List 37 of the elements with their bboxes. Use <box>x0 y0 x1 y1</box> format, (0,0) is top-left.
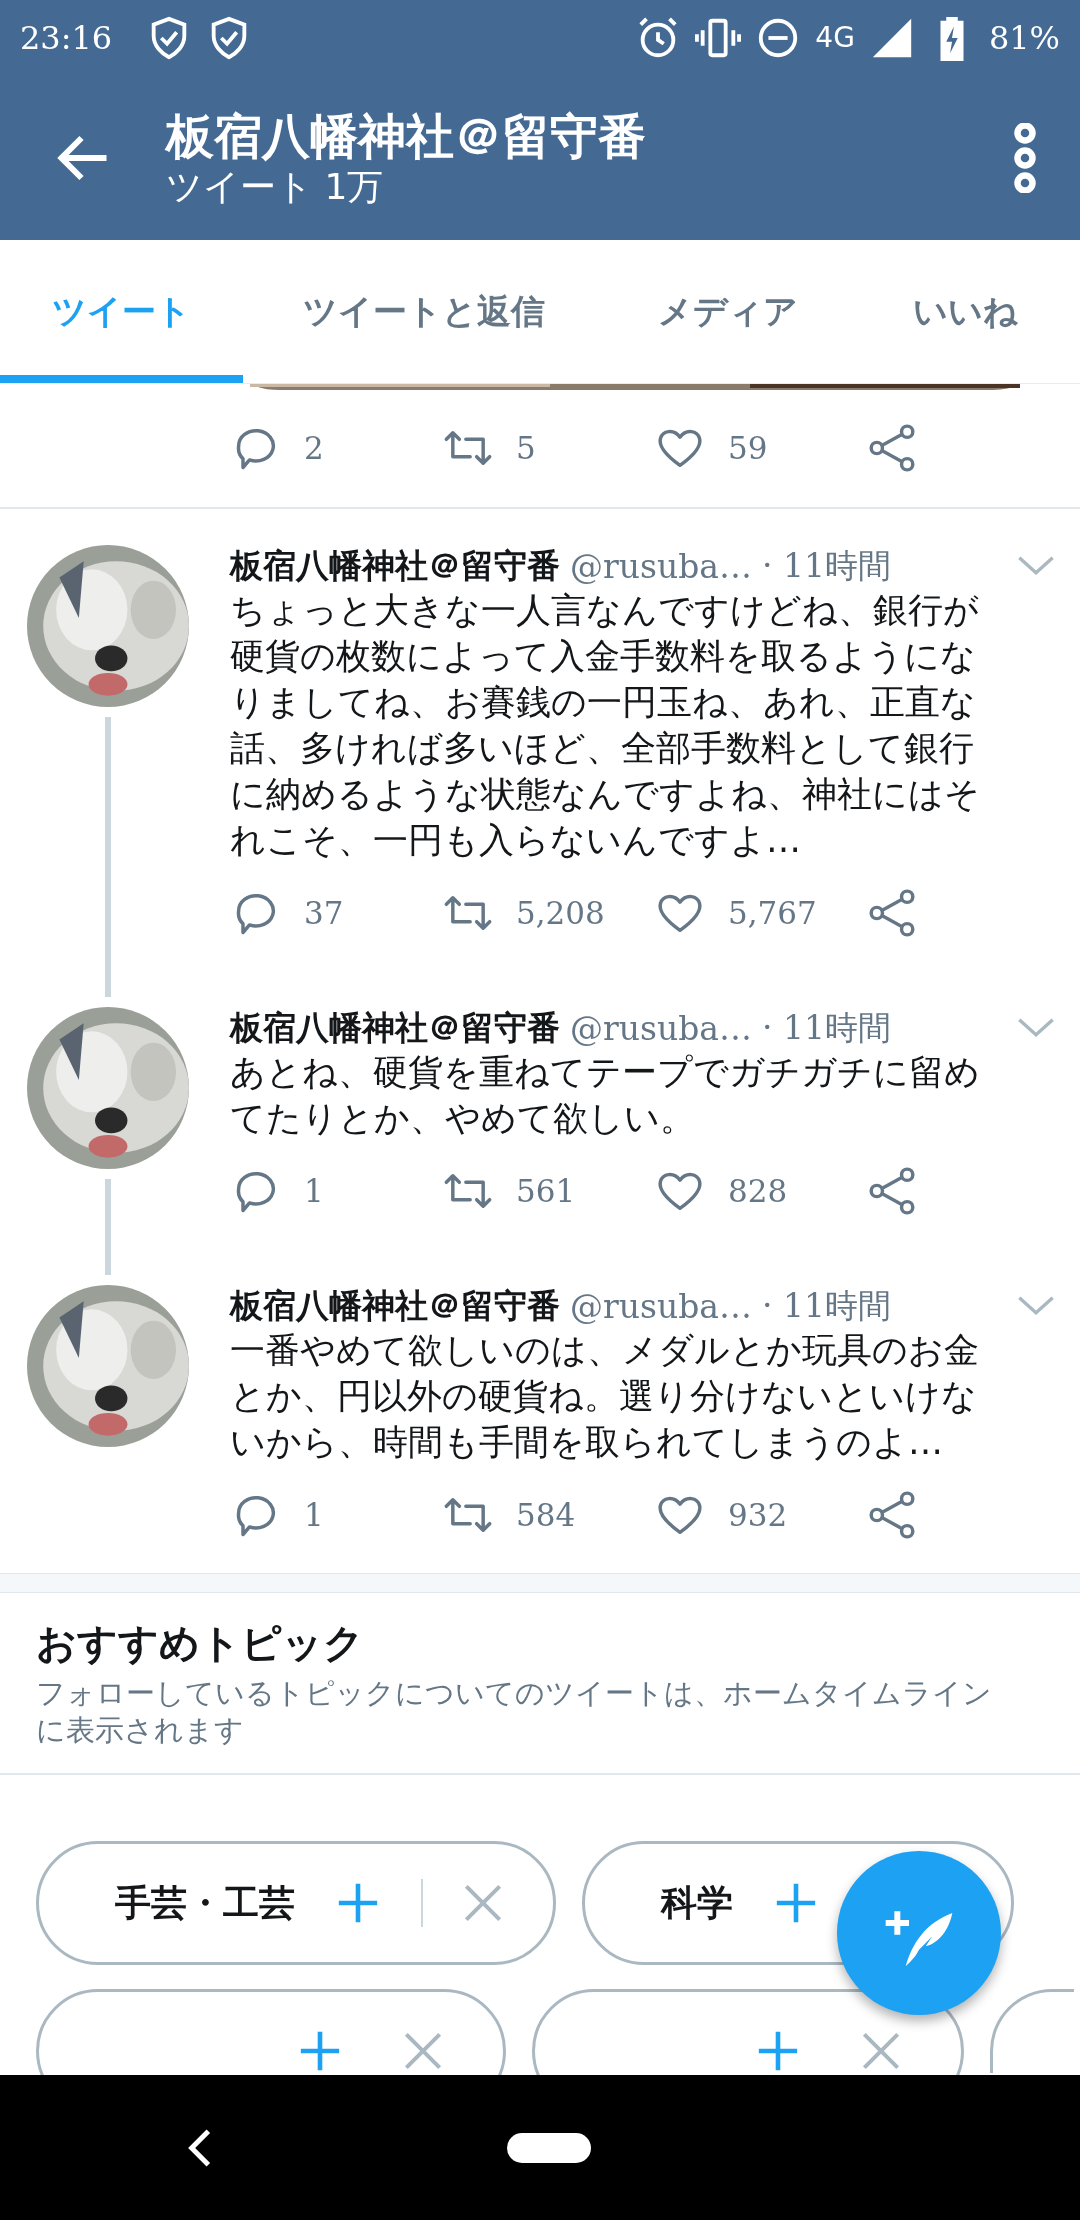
battery-level: 81% <box>988 18 1060 57</box>
section-description: フォローしているトピックについてのツイートは、ホームタイムラインに表示されます <box>36 1675 993 1749</box>
tab[interactable]: メディア <box>605 240 851 383</box>
section-title: おすすめトピック <box>36 1619 365 1668</box>
like-count: 5,767 <box>728 895 817 931</box>
tweet-time: · 11時間 <box>762 1006 891 1049</box>
tweet-time: · 11時間 <box>762 544 891 587</box>
network-type: 4G <box>815 21 855 54</box>
retweet-count: 5,208 <box>516 895 605 931</box>
author-name[interactable]: 板宿八幡神社＠留守番 <box>230 1005 560 1051</box>
retweet-count: 5 <box>516 430 536 466</box>
tweet-text: ちょっと大きな一人言なんですけどね、銀行が硬貨の枚数によって入金手数料を取るようになりましてね、お賽銭の一円玉ね、あれ、正直な話、多ければ多いほど、全部手数料として銀行に納めるような状態なんですよね、神社にはそれこそ、一円も入らないんですよ… <box>230 589 981 862</box>
tweet-text: あとね、硬貨を重ねてテープでガチガチに留めてたりとか、やめて欲しい。 <box>230 1051 981 1140</box>
tab[interactable]: いいね <box>851 240 1080 383</box>
reply-count: 1 <box>304 1497 324 1533</box>
like-count: 59 <box>728 430 768 466</box>
tweet-time: · 11時間 <box>762 1284 891 1327</box>
retweet-count: 561 <box>516 1173 576 1209</box>
topic-label: 科学 <box>661 1880 733 1925</box>
reply-count: 1 <box>304 1173 324 1209</box>
tweet-count: ツイート 1万 <box>166 164 385 209</box>
like-count: 828 <box>728 1173 788 1209</box>
reply-count: 37 <box>304 895 344 931</box>
tab[interactable]: ツイートと返信 <box>243 240 605 383</box>
author-name[interactable]: 板宿八幡神社＠留守番 <box>230 1283 560 1329</box>
retweet-count: 584 <box>516 1497 576 1533</box>
status-time: 23:16 <box>20 18 113 57</box>
author-name[interactable]: 板宿八幡神社＠留守番 <box>230 543 560 589</box>
topic-label: 手芸・工芸 <box>115 1880 295 1925</box>
reply-count: 2 <box>304 430 324 466</box>
author-handle: @rusuba… <box>570 546 752 586</box>
topic-chip[interactable]: 手芸・工芸 <box>36 1841 556 1965</box>
tweet-text: 一番やめて欲しいのは、メダルとか玩具のお金とか、円以外の硬貨ね。選り分けないといけないから、時間も手間を取られてしまうのよ… <box>230 1329 980 1464</box>
like-count: 932 <box>728 1497 788 1533</box>
author-handle: @rusuba… <box>570 1008 752 1048</box>
author-handle: @rusuba… <box>570 1286 752 1326</box>
profile-title: 板宿八幡神社＠留守番 <box>166 106 647 165</box>
